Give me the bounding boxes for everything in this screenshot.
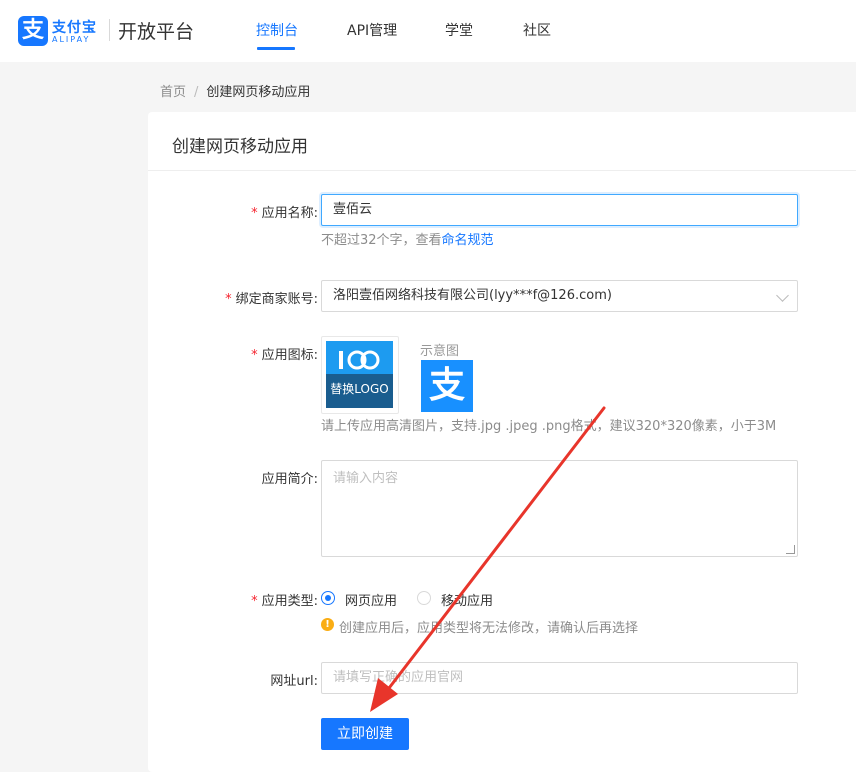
alipay-sample-icon: 支 (421, 360, 473, 412)
logo-mark-icon (339, 350, 380, 370)
top-navigation-bar: 支 支付宝 ALIPAY 开放平台 控制台 API管理 学堂 社区 (0, 0, 856, 62)
required-mark: * (251, 348, 258, 363)
warning-icon: ! (321, 618, 334, 631)
logo-name: 支付宝 (52, 20, 97, 36)
merchant-account-label: * 绑定商家账号: (225, 292, 318, 307)
resize-handle-icon[interactable] (786, 545, 795, 554)
nav-active-indicator (257, 47, 295, 50)
breadcrumb-current: 创建网页移动应用 (206, 85, 311, 100)
create-now-button[interactable]: 立即创建 (321, 718, 409, 750)
platform-title[interactable]: 开放平台 (118, 17, 194, 44)
app-type-label: * 应用类型: (251, 594, 318, 609)
radio-mobile-app[interactable] (417, 591, 431, 605)
alipay-logo-icon[interactable]: 支 (18, 16, 48, 46)
merchant-account-value: 洛阳壹佰网络科技有限公司(lyy***f@126.com) (333, 288, 612, 303)
required-mark: * (225, 292, 232, 307)
naming-rules-link[interactable]: 命名规范 (442, 233, 494, 248)
app-icon-help: 请上传应用高清图片，支持.jpg .jpeg .png格式，建议320*320像… (321, 419, 777, 434)
page-title: 创建网页移动应用 (172, 137, 308, 157)
required-mark: * (251, 594, 258, 609)
logo-english-name: ALIPAY (52, 35, 91, 44)
nav-console[interactable]: 控制台 (256, 20, 298, 40)
chevron-down-icon (776, 289, 789, 302)
app-name-help: 不超过32个字，查看命名规范 (321, 233, 494, 248)
logo-divider (109, 19, 110, 41)
description-placeholder: 请输入内容 (333, 471, 399, 486)
website-url-label: 网址url: (270, 674, 318, 689)
uploaded-logo-image: 替换LOGO (326, 341, 393, 408)
create-app-form-card: 创建网页移动应用 * 应用名称: 壹佰云 不超过32个字，查看命名规范 * 绑定商家… (148, 112, 856, 772)
app-name-input[interactable]: 壹佰云 (321, 194, 798, 226)
app-description-label: 应用简介: (261, 472, 318, 487)
radio-web-app[interactable] (321, 591, 335, 605)
nav-api-management[interactable]: API管理 (347, 20, 397, 40)
radio-web-app-label[interactable]: 网页应用 (345, 590, 397, 609)
breadcrumb-home[interactable]: 首页 (160, 85, 186, 100)
app-name-label: * 应用名称: (251, 206, 318, 221)
app-description-textarea[interactable]: 请输入内容 (321, 460, 798, 557)
breadcrumb: 首页 / 创建网页移动应用 (160, 81, 310, 100)
radio-mobile-app-label[interactable]: 移动应用 (441, 590, 493, 609)
required-mark: * (251, 206, 258, 221)
breadcrumb-separator: / (194, 85, 199, 100)
app-icon-upload[interactable]: 替换LOGO (321, 336, 399, 414)
merchant-account-select[interactable]: 洛阳壹佰网络科技有限公司(lyy***f@126.com) (321, 280, 798, 312)
sample-label: 示意图 (420, 344, 460, 359)
app-type-warning: 创建应用后，应用类型将无法修改，请确认后再选择 (339, 621, 639, 636)
app-icon-label: * 应用图标: (251, 348, 318, 363)
replace-logo-text: 替换LOGO (330, 382, 389, 396)
nav-academy[interactable]: 学堂 (445, 20, 473, 40)
website-url-input[interactable]: 请填写正确的应用官网 (321, 662, 798, 694)
nav-community[interactable]: 社区 (523, 20, 551, 40)
website-url-placeholder: 请填写正确的应用官网 (333, 670, 464, 685)
title-divider (148, 170, 856, 171)
